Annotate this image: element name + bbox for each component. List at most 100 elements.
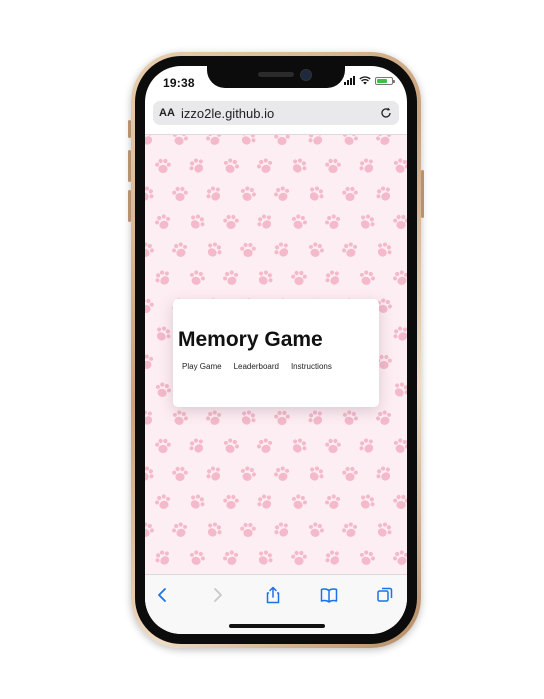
paw-print-icon (306, 520, 326, 540)
paw-print-icon (393, 214, 407, 229)
volume-down-button (128, 190, 131, 222)
paw-print-icon (305, 463, 327, 485)
paw-print-icon (255, 436, 275, 456)
nav-instructions[interactable]: Instructions (291, 362, 332, 371)
paw-print-icon (187, 268, 207, 288)
paw-print-icon (221, 548, 241, 568)
paw-print-icon (186, 491, 208, 513)
paw-print-icon (391, 156, 407, 176)
bookmarks-icon[interactable] (319, 585, 339, 605)
paw-print-icon (223, 214, 239, 229)
paw-print-icon (373, 463, 395, 485)
paw-print-icon (305, 183, 327, 205)
paw-print-icon (271, 519, 293, 541)
paw-print-icon (356, 155, 378, 177)
paw-print-icon (306, 240, 326, 260)
power-button (421, 170, 424, 218)
reload-icon[interactable] (379, 106, 393, 120)
paw-print-icon (153, 212, 173, 232)
nav-leaderboard[interactable]: Leaderboard (234, 362, 279, 371)
paw-print-icon (170, 520, 190, 540)
paw-print-icon (340, 240, 360, 260)
menu-card: Memory Game Play Game Leaderboard Instru… (173, 299, 379, 407)
paw-print-icon (187, 548, 207, 568)
paw-print-icon (288, 155, 310, 177)
paw-print-icon (237, 407, 259, 429)
paw-print-icon (289, 492, 309, 512)
paw-print-icon (203, 239, 225, 261)
paw-print-icon (238, 464, 258, 484)
paw-print-icon (155, 438, 171, 453)
phone-screen: 19:38 AA izzo2le.github.io Memory Game P… (145, 66, 407, 634)
paw-print-icon (305, 407, 327, 429)
paw-print-icon (152, 267, 174, 289)
paw-print-icon (186, 211, 208, 233)
paw-print-icon (240, 522, 256, 537)
paw-print-icon (223, 494, 239, 509)
status-time: 19:38 (163, 76, 195, 90)
paw-print-icon (274, 410, 290, 425)
paw-print-icon (145, 240, 156, 260)
main-nav: Play Game Leaderboard Instructions (182, 362, 332, 371)
paw-print-icon (203, 463, 225, 485)
paw-print-icon (221, 436, 241, 456)
paw-print-icon (289, 212, 309, 232)
address-bar[interactable]: AA izzo2le.github.io (153, 101, 399, 125)
paw-print-icon (291, 550, 307, 565)
tabs-icon[interactable] (375, 585, 395, 605)
paw-print-icon (170, 135, 190, 148)
paw-print-icon (305, 135, 327, 149)
paw-print-icon (145, 463, 157, 485)
paw-print-icon (145, 135, 157, 149)
paw-print-icon (170, 240, 190, 260)
paw-print-icon (221, 268, 241, 288)
paw-print-icon (340, 408, 360, 428)
paw-print-icon (272, 464, 292, 484)
paw-print-icon (204, 408, 224, 428)
paw-print-icon (186, 155, 208, 177)
paw-print-icon (153, 380, 173, 400)
home-indicator (229, 624, 325, 628)
paw-print-icon (373, 239, 395, 261)
silent-switch (128, 120, 131, 138)
paw-print-icon (357, 268, 377, 288)
paw-print-icon (155, 158, 171, 173)
paw-print-icon (374, 135, 394, 148)
paw-print-icon (254, 211, 276, 233)
web-content: Memory Game Play Game Leaderboard Instru… (145, 134, 407, 575)
paw-print-icon (373, 519, 395, 541)
paw-print-icon (254, 547, 276, 569)
forward-icon[interactable] (207, 585, 227, 605)
paw-print-icon (340, 135, 360, 148)
back-icon[interactable] (153, 585, 173, 605)
nav-play-game[interactable]: Play Game (182, 362, 222, 371)
cellular-signal-icon (344, 76, 355, 85)
paw-print-icon (356, 211, 378, 233)
paw-print-icon (145, 352, 156, 372)
paw-print-icon (393, 494, 407, 509)
paw-print-icon (391, 268, 407, 288)
paw-print-icon (152, 323, 174, 345)
wifi-icon (359, 76, 371, 85)
camera (300, 69, 312, 81)
paw-print-icon (254, 491, 276, 513)
paw-print-icon (274, 135, 290, 145)
paw-print-icon (325, 438, 341, 453)
text-size-button[interactable]: AA (159, 107, 177, 119)
url-text[interactable]: izzo2le.github.io (177, 106, 379, 121)
paw-print-icon (172, 186, 188, 201)
paw-print-icon (323, 492, 343, 512)
paw-print-icon (203, 183, 225, 205)
status-icons (344, 76, 395, 85)
paw-print-icon (391, 548, 407, 568)
browser-toolbar (145, 574, 407, 634)
paw-print-icon (186, 435, 208, 457)
share-icon[interactable] (263, 585, 283, 605)
paw-print-icon (342, 466, 358, 481)
paw-print-icon (373, 183, 395, 205)
paw-print-icon (325, 158, 341, 173)
battery-icon (375, 76, 395, 85)
paw-print-icon (203, 519, 225, 541)
paw-print-icon (322, 267, 344, 289)
paw-print-icon (170, 408, 190, 428)
